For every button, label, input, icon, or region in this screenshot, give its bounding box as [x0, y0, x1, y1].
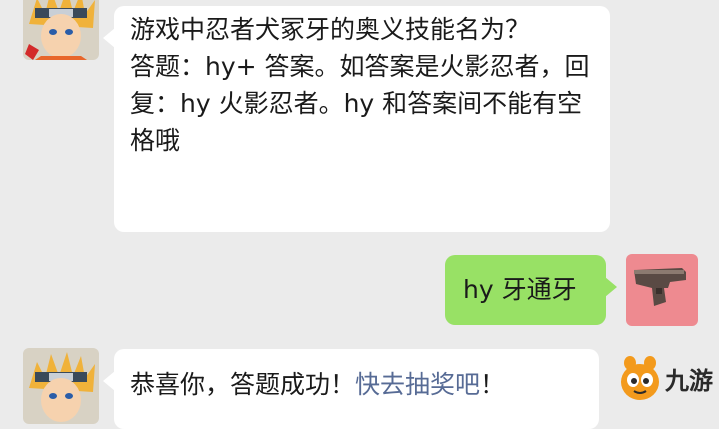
question-message-bubble[interactable]: 游戏中忍者犬冢牙的奥义技能名为？ 答题：hy+ 答案。如答案是火影忍者，回复：h… [103, 6, 610, 232]
watermark: 九游 [619, 355, 713, 401]
success-text-suffix: ！ [480, 370, 506, 399]
question-text: 游戏中忍者犬冢牙的奥义技能名为？ [130, 15, 531, 44]
success-text: 恭喜你，答题成功！ [130, 370, 356, 399]
sender-avatar[interactable] [23, 0, 99, 60]
jiuyou-logo-icon [621, 356, 659, 400]
naruto-avatar-icon [23, 348, 99, 424]
success-message-bubble[interactable]: 恭喜你，答题成功！快去抽奖吧！ [103, 349, 599, 429]
lottery-link[interactable]: 快去抽奖吧 [355, 370, 480, 399]
answer-instructions-text: 答题：hy+ 答案。如答案是火影忍者，回复：hy 火影忍者。hy 和答案间不能有… [130, 52, 590, 155]
watermark-text: 九游 [665, 366, 713, 395]
reply-text: hy 牙通牙 [463, 275, 577, 304]
sender-avatar[interactable] [23, 348, 99, 424]
user-avatar[interactable] [626, 254, 698, 326]
pistol-avatar-icon [626, 254, 698, 326]
naruto-avatar-icon [23, 0, 99, 60]
reply-message-bubble[interactable]: hy 牙通牙 [445, 255, 617, 325]
